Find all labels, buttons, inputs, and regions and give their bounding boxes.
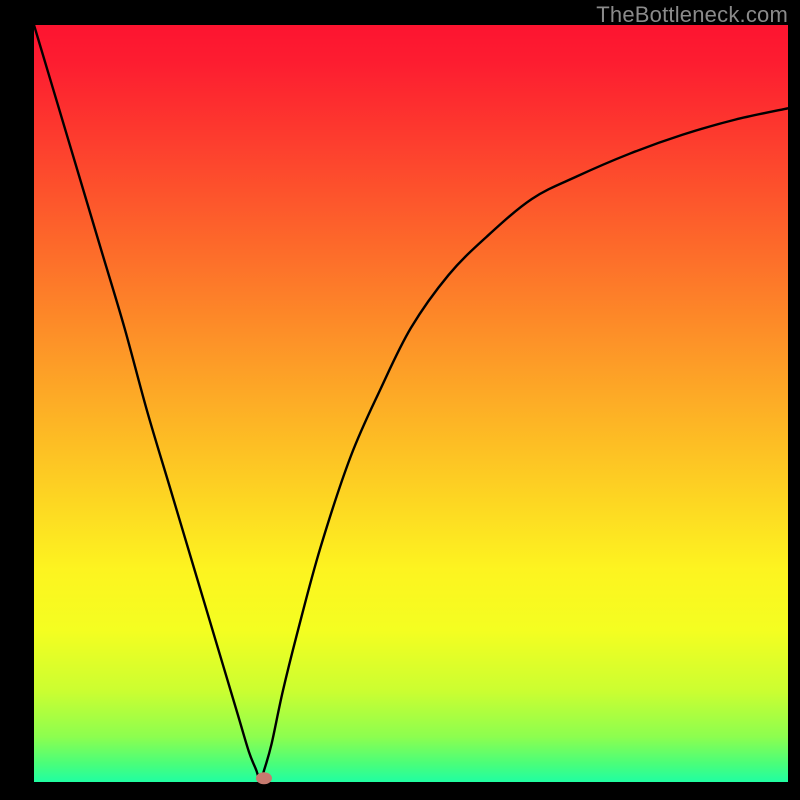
watermark-label: TheBottleneck.com — [596, 2, 788, 28]
chart-stage: TheBottleneck.com — [0, 0, 800, 800]
plot-background — [34, 25, 788, 782]
optimal-point-marker — [256, 772, 272, 784]
bottleneck-chart — [0, 0, 800, 800]
